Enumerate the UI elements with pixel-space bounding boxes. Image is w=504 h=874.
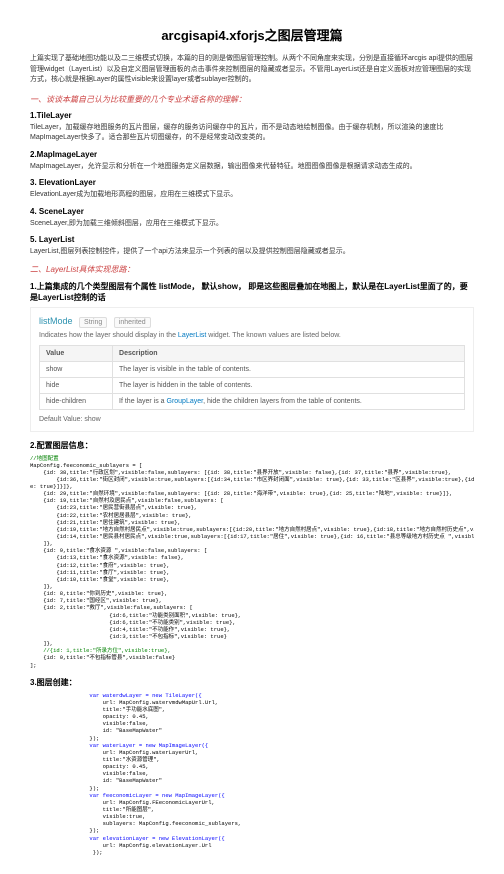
api-values-table: Value Description show The layer is visi… bbox=[39, 345, 465, 410]
cell-desc: The layer is hidden in the table of cont… bbox=[113, 377, 465, 393]
api-tag-inherited: inherited bbox=[114, 317, 151, 328]
api-desc-after: widget. The known values are listed belo… bbox=[206, 332, 341, 339]
subheader-scenelayer: 4. SceneLayer bbox=[30, 207, 474, 216]
table-row: hide The layer is hidden in the table of… bbox=[40, 377, 465, 393]
section-1-header: 一、谈谈本篇自己认为比较重要的几个专业术语名称的理解： bbox=[30, 94, 474, 105]
code-block-create: var waterdwLayer = new TileLayer({ url: … bbox=[30, 692, 474, 856]
th-value: Value bbox=[40, 345, 113, 361]
cell-desc: If the layer is a GroupLayer, hide the c… bbox=[113, 393, 465, 409]
page-title: arcgisapi4.xforjs之图层管理篇 bbox=[30, 25, 474, 44]
cell-desc: The layer is visible in the table of con… bbox=[113, 361, 465, 377]
subheader-mapimagelayer: 2.MapImageLayer bbox=[30, 150, 474, 159]
api-doc-box: listMode String inherited Indicates how … bbox=[30, 307, 474, 432]
table-header-row: Value Description bbox=[40, 345, 465, 361]
text-elevationlayer: ElevationLayer成为加载地形高程的图层，应用在三维模式下显示。 bbox=[30, 190, 474, 201]
api-description: Indicates how the layer should display i… bbox=[39, 332, 465, 339]
cell-value: hide bbox=[40, 377, 113, 393]
text-mapimagelayer: MapImageLayer，允许显示和分析在一个地图服务定义层数据，输出图像来代… bbox=[30, 162, 474, 173]
api-desc-before: Indicates how the layer should display i… bbox=[39, 332, 178, 339]
table-row: hide-children If the layer is a GroupLay… bbox=[40, 393, 465, 409]
step-1: 1.上篇集成的几个类型图层有个属性 listMode， 默认show， 即是这些… bbox=[30, 281, 474, 303]
subheader-layerlist: 5. LayerList bbox=[30, 235, 474, 244]
api-link-grouplayer[interactable]: GroupLayer bbox=[167, 398, 204, 405]
api-property-name: listMode bbox=[39, 316, 73, 326]
text-layerlist: LayerList,图层列表控制控件，提供了一个api方法来显示一个列表的层以及… bbox=[30, 247, 474, 258]
section-2-header: 二、LayerList具体实现思路： bbox=[30, 264, 474, 275]
intro-text: 上篇实现了基础地图功能以及二三维模式切换，本篇的目的则是做图层管理控制。从两个不… bbox=[30, 54, 474, 86]
text-scenelayer: SceneLayer,即为加载三维倾斜图层，应用在三维模式下显示。 bbox=[30, 219, 474, 230]
api-title-row: listMode String inherited bbox=[39, 316, 465, 326]
table-row: show The layer is visible in the table o… bbox=[40, 361, 465, 377]
cell-value: show bbox=[40, 361, 113, 377]
step-3: 3.图层创建： bbox=[30, 677, 474, 688]
api-tag-type: String bbox=[79, 317, 107, 328]
text-tilelayer: TileLayer，加载缓存地图服务的瓦片图层，缓存的服务访问缓存中的瓦片，而不… bbox=[30, 123, 474, 144]
code-block-config: //地图配置 MapConfig.feeconomic_sublayers = … bbox=[30, 455, 474, 669]
subheader-elevationlayer: 3. ElevationLayer bbox=[30, 178, 474, 187]
th-description: Description bbox=[113, 345, 465, 361]
step-2: 2.配置图层信息： bbox=[30, 440, 474, 451]
api-link-layerlist[interactable]: LayerList bbox=[178, 332, 206, 339]
cell-value: hide-children bbox=[40, 393, 113, 409]
api-default-value: Default Value: show bbox=[39, 416, 465, 423]
subheader-tilelayer: 1.TileLayer bbox=[30, 111, 474, 120]
